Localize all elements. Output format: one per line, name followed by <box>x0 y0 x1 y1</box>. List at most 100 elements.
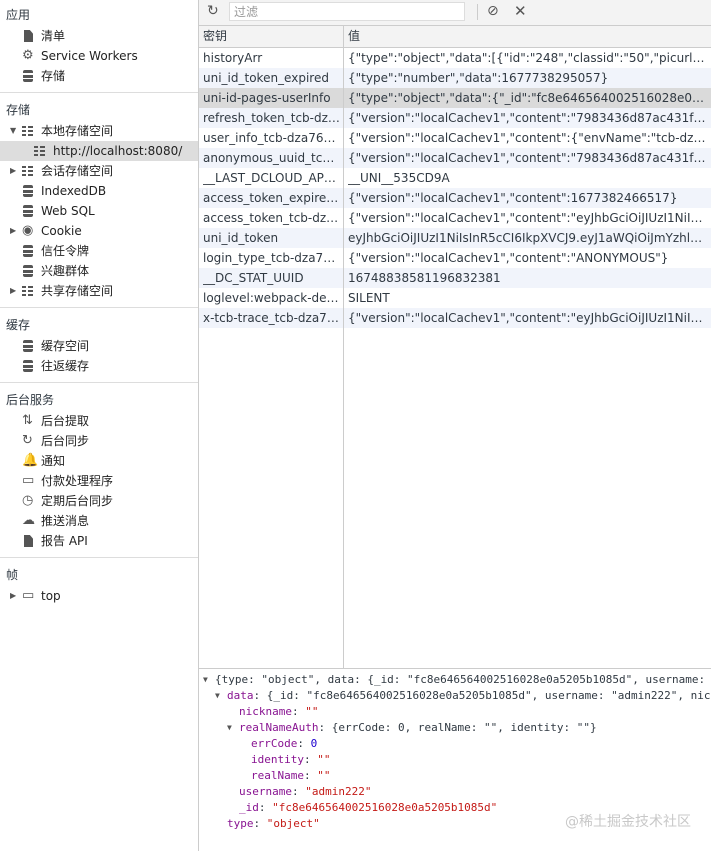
cell-value[interactable]: {"version":"localCachev1","content":"798… <box>348 148 708 168</box>
sidebar-section-frames: 帧 ▶ ▭ top <box>0 558 198 612</box>
expand-arrow-icon[interactable]: ▼ <box>10 121 20 141</box>
clear-all-icon[interactable]: ⊘ <box>487 3 499 19</box>
cell-key[interactable]: uni_id_token <box>203 228 340 248</box>
table-icon <box>22 163 36 179</box>
cell-key[interactable]: anonymous_uuid_tcb-d... <box>203 148 340 168</box>
sidebar-item-web-sql[interactable]: Web SQL <box>0 201 198 221</box>
cell-key[interactable]: access_token_tcb-dza76... <box>203 208 340 228</box>
sidebar-item-reporting-api[interactable]: 报告 API <box>0 531 198 551</box>
sidebar-item-shared-storage[interactable]: ▶ 共享存储空间 <box>0 281 198 301</box>
sidebar-item-cache-storage[interactable]: 缓存空间 <box>0 336 198 356</box>
cell-key[interactable]: access_token_expire_tc... <box>203 188 340 208</box>
table-row[interactable]: uni_id_token eyJhbGciOiJIUzI1NiIsInR5cCI6… <box>199 228 711 248</box>
sidebar-item-payment-handler[interactable]: ▭ 付款处理程序 <box>0 471 198 491</box>
toolbar-divider <box>477 4 478 20</box>
cell-key[interactable]: loglevel:webpack-dev-s... <box>203 288 340 308</box>
refresh-icon[interactable]: ↻ <box>207 3 219 19</box>
column-divider[interactable] <box>343 26 344 668</box>
cell-key[interactable]: uni-id-pages-userInfo <box>203 88 340 108</box>
cell-value[interactable]: {"type":"object","data":[{"id":"248","cl… <box>348 48 708 68</box>
sidebar-item-trust-tokens[interactable]: 信任令牌 <box>0 241 198 261</box>
sidebar-item-periodic-sync[interactable]: ◷ 定期后台同步 <box>0 491 198 511</box>
table-row[interactable]: historyArr {"type":"object","data":[{"id"… <box>199 48 711 68</box>
sidebar-item-storage[interactable]: 存储 <box>0 66 198 86</box>
sidebar-item-indexeddb[interactable]: IndexedDB <box>0 181 198 201</box>
collapse-arrow-icon[interactable]: ▶ <box>10 161 20 181</box>
table-row[interactable]: access_token_tcb-dza76... {"version":"loc… <box>199 208 711 228</box>
cell-value[interactable]: {"version":"localCachev1","content":"eyJ… <box>348 208 708 228</box>
cell-value[interactable]: {"version":"localCachev1","content":"798… <box>348 108 708 128</box>
cell-value[interactable]: eyJhbGciOiJIUzI1NiIsInR5cCI6IkpXVCJ9.eyJ… <box>348 228 708 248</box>
collapse-arrow-icon[interactable]: ▶ <box>10 221 20 241</box>
table-row[interactable]: __DC_STAT_UUID 16748838581196832381 <box>199 268 711 288</box>
sidebar-section-title: 后台服务 <box>6 393 55 407</box>
sidebar-item-frame-top[interactable]: ▶ ▭ top <box>0 586 198 606</box>
table-row[interactable]: __LAST_DCLOUD_APPID __UNI__535CD9A <box>199 168 711 188</box>
sidebar-item-back-forward-cache[interactable]: 往返缓存 <box>0 356 198 376</box>
sidebar-item-interest-groups[interactable]: 兴趣群体 <box>0 261 198 281</box>
sidebar-item-label: 缓存空间 <box>41 339 90 353</box>
sidebar-item-service-workers[interactable]: ⚙ Service Workers <box>0 46 198 66</box>
table-row[interactable]: anonymous_uuid_tcb-d... {"version":"local… <box>199 148 711 168</box>
cell-value[interactable]: {"version":"localCachev1","content":"ANO… <box>348 248 708 268</box>
cell-key[interactable]: login_type_tcb-dza767n... <box>203 248 340 268</box>
sidebar-item-label: 清单 <box>41 29 66 43</box>
column-header-value[interactable]: 值 <box>348 26 360 47</box>
sidebar-section-background-services: 后台服务 ⇅ 后台提取 ↻ 后台同步 🔔 通知 ▭ 付款处理程序 ◷ 定期后台同… <box>0 383 198 558</box>
cell-key[interactable]: x-tcb-trace_tcb-dza767... <box>203 308 340 328</box>
cell-key[interactable]: uni_id_token_expired <box>203 68 340 88</box>
table-row[interactable]: access_token_expire_tc... {"version":"loc… <box>199 188 711 208</box>
preview-line[interactable]: ▼ data: {_id: "fc8e646564002516028e0a5205… <box>199 688 711 704</box>
cell-value[interactable]: {"version":"localCachev1","content":{"en… <box>348 128 708 148</box>
cell-value[interactable]: __UNI__535CD9A <box>348 168 708 188</box>
close-icon[interactable]: ✕ <box>514 2 527 20</box>
table-row[interactable]: uni-id-pages-userInfo {"type":"object","d… <box>199 88 711 108</box>
cell-value[interactable]: {"type":"number","data":1677738295057} <box>348 68 708 88</box>
sidebar-item-label: IndexedDB <box>41 184 107 198</box>
table-row[interactable]: user_info_tcb-dza767ni... {"version":"loc… <box>199 128 711 148</box>
cell-value[interactable]: {"version":"localCachev1","content":1677… <box>348 188 708 208</box>
cell-key[interactable]: __LAST_DCLOUD_APPID <box>203 168 340 188</box>
sidebar-item-session-storage[interactable]: ▶ 会话存储空间 <box>0 161 198 181</box>
preview-line[interactable]: ▼ realNameAuth: {errCode: 0, realName: ""… <box>199 720 711 736</box>
sidebar-item-localhost[interactable]: http://localhost:8080/ <box>0 141 198 161</box>
preview-token: "fc8e646564002516028e0a5205b1085d" <box>272 801 498 814</box>
sidebar-item-manifest[interactable]: 清单 <box>0 26 198 46</box>
preview-text: realName: "" <box>251 768 330 784</box>
watermark: @稀土掘金技术社区 <box>565 814 691 830</box>
sidebar-item-push-messaging[interactable]: ☁ 推送消息 <box>0 511 198 531</box>
table-row[interactable]: x-tcb-trace_tcb-dza767... {"version":"loc… <box>199 308 711 328</box>
sidebar-item-background-fetch[interactable]: ⇅ 后台提取 <box>0 411 198 431</box>
table-row[interactable]: uni_id_token_expired {"type":"number","da… <box>199 68 711 88</box>
cell-value[interactable]: {"version":"localCachev1","content":"eyJ… <box>348 308 708 328</box>
cell-key[interactable]: refresh_token_tcb-dza7... <box>203 108 340 128</box>
sidebar-item-notifications[interactable]: 🔔 通知 <box>0 451 198 471</box>
tree-toggle-icon[interactable]: ▼ <box>203 672 208 688</box>
sidebar-item-local-storage[interactable]: ▼ 本地存储空间 <box>0 121 198 141</box>
panel-divider[interactable] <box>199 668 711 669</box>
cell-value[interactable]: {"type":"object","data":{"_id":"fc8e6465… <box>348 88 708 108</box>
tree-toggle-icon[interactable]: ▼ <box>215 688 220 704</box>
preview-token: "admin222" <box>305 785 372 798</box>
collapse-arrow-icon[interactable]: ▶ <box>10 586 20 606</box>
preview-line[interactable]: ▼ {type: "object", data: {_id: "fc8e64656… <box>199 672 711 688</box>
collapse-arrow-icon[interactable]: ▶ <box>10 281 20 301</box>
cell-key[interactable]: historyArr <box>203 48 340 68</box>
tree-toggle-icon[interactable]: ▼ <box>227 720 232 736</box>
cell-key[interactable]: user_info_tcb-dza767ni... <box>203 128 340 148</box>
column-header-key[interactable]: 密钥 <box>203 26 227 47</box>
sidebar-item-background-sync[interactable]: ↻ 后台同步 <box>0 431 198 451</box>
table-row[interactable]: login_type_tcb-dza767n... {"version":"loc… <box>199 248 711 268</box>
storage-table: 密钥 值 historyArr {"type":"object","data":[… <box>199 26 711 328</box>
table-row[interactable]: loglevel:webpack-dev-s... SILENT <box>199 288 711 308</box>
cell-key[interactable]: __DC_STAT_UUID <box>203 268 340 288</box>
preview-token: nickname <box>239 705 292 718</box>
sidebar-section-title: 应用 <box>6 8 31 22</box>
sidebar-item-label: 信任令牌 <box>41 244 90 258</box>
cell-value[interactable]: SILENT <box>348 288 708 308</box>
preview-token: : <box>303 753 318 766</box>
table-row[interactable]: refresh_token_tcb-dza7... {"version":"loc… <box>199 108 711 128</box>
sidebar-item-cookie[interactable]: ▶ ◉ Cookie <box>0 221 198 241</box>
filter-input[interactable] <box>229 2 465 21</box>
cell-value[interactable]: 16748838581196832381 <box>348 268 708 288</box>
